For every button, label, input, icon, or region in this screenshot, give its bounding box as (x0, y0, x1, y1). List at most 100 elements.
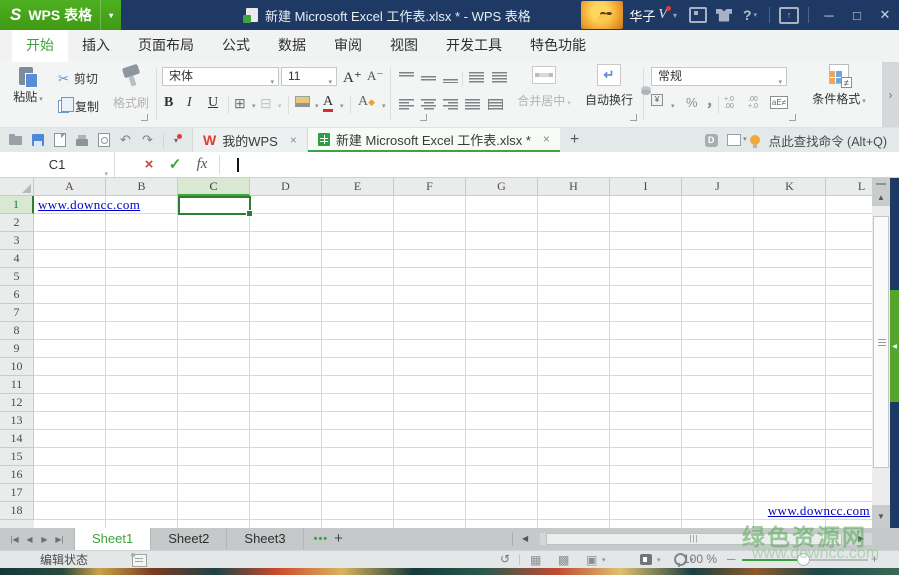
vertical-scrollbar[interactable]: ▲ ▼ (872, 178, 890, 528)
close-button[interactable]: ✕ (871, 0, 899, 30)
user-avatar[interactable] (581, 1, 623, 29)
redo-icon[interactable]: ↷ (138, 130, 157, 150)
fill-color-icon[interactable] (295, 96, 310, 107)
row-header-7[interactable]: 7 (0, 304, 34, 322)
open-file-icon[interactable] (6, 130, 25, 150)
column-header-F[interactable]: F (394, 178, 466, 196)
vip-badge-icon[interactable]: V (658, 7, 667, 23)
select-all-corner[interactable] (0, 178, 34, 196)
tab-mywps[interactable]: W 我的WPS × (192, 128, 308, 152)
alignment-dialog-launcher-icon[interactable] (630, 114, 637, 121)
merge-cells-button[interactable]: ⊟ (260, 95, 272, 112)
normal-view-icon[interactable]: ▦ (530, 553, 541, 567)
account-caret-icon[interactable]: ▾ (673, 11, 677, 20)
message-box-icon[interactable] (685, 0, 711, 30)
row-header-13[interactable]: 13 (0, 412, 34, 430)
decrease-font-button[interactable]: A⁻ (367, 68, 383, 84)
user-name-label[interactable]: 华子 (629, 6, 655, 25)
view-caret-icon[interactable]: ▾ (602, 556, 606, 564)
vertical-scroll-thumb[interactable] (873, 216, 889, 468)
cut-button[interactable]: ✂ 剪切 (58, 70, 98, 87)
column-header-H[interactable]: H (538, 178, 610, 196)
maximize-button[interactable]: □ (843, 0, 871, 30)
menu-tab-8[interactable]: 开发工具 (432, 30, 516, 62)
menu-tab-3[interactable]: 页面布局 (124, 30, 208, 62)
export-pdf-icon[interactable] (50, 130, 69, 150)
number-dialog-launcher-icon[interactable] (789, 114, 796, 121)
justify-icon[interactable] (465, 99, 480, 110)
task-pane-toggle[interactable]: ◀ (890, 290, 899, 402)
fill-color-caret-icon[interactable]: ▾ (315, 102, 319, 110)
name-box[interactable]: C1 ▾ (0, 152, 115, 177)
undo-icon[interactable]: ↶ (116, 130, 135, 150)
bold-button[interactable]: B (164, 95, 173, 111)
page-layout-view-icon[interactable]: ▣ (586, 553, 597, 567)
page-break-view-icon[interactable]: ▩ (558, 553, 569, 567)
copy-button[interactable]: 复制 (58, 98, 99, 115)
window-arrange-icon[interactable] (727, 134, 741, 146)
restore-ribbon-icon[interactable]: ↑ (776, 0, 802, 30)
selected-cell-c1[interactable] (178, 196, 251, 215)
print-icon[interactable] (72, 130, 91, 150)
clear-format-caret-icon[interactable]: ▾ (382, 102, 386, 110)
menu-tab-1[interactable]: 开始 (12, 30, 68, 62)
macro-record-icon[interactable] (132, 554, 147, 567)
skin-shirt-icon[interactable] (711, 0, 737, 30)
read-mode-icon[interactable] (640, 554, 652, 565)
underline-button[interactable]: U (208, 95, 218, 111)
column-header-K[interactable]: K (754, 178, 826, 196)
row-header-2[interactable]: 2 (0, 214, 34, 232)
wps-app-button[interactable]: S WPS 表格 ▾ (0, 0, 121, 30)
sheet-nav-icon-1[interactable]: ◀ (23, 535, 36, 544)
menu-tab-6[interactable]: 审阅 (320, 30, 376, 62)
column-header-D[interactable]: D (250, 178, 322, 196)
font-size-select[interactable]: 11▾ (281, 67, 337, 86)
row-header-9[interactable]: 9 (0, 340, 34, 358)
format-painter-button[interactable]: 格式刷 (108, 64, 154, 111)
menu-tab-5[interactable]: 数据 (264, 30, 320, 62)
column-header-A[interactable]: A (34, 178, 106, 196)
percent-format-icon[interactable]: % (686, 95, 698, 110)
sheet-tab-sheet1[interactable]: Sheet1 (74, 528, 151, 550)
decrease-indent-icon[interactable] (469, 72, 484, 83)
menu-tab-9[interactable]: 特色功能 (516, 30, 600, 62)
sheet-nav-icon-0[interactable]: |◀ (8, 535, 21, 544)
paste-button[interactable]: 粘贴▾ (8, 66, 48, 106)
close-tab-icon[interactable]: × (290, 133, 297, 147)
wrap-text-button[interactable]: ↵ 自动换行 (580, 64, 638, 109)
merge-center-button[interactable]: 合并居中▾ (512, 64, 576, 110)
align-bottom-icon[interactable] (443, 72, 458, 83)
row-header-15[interactable]: 15 (0, 448, 34, 466)
scroll-left-icon[interactable]: ◀ (522, 528, 528, 550)
font-dialog-launcher-icon[interactable] (420, 114, 427, 121)
row-header-1[interactable]: 1 (0, 196, 34, 214)
app-menu-caret-icon[interactable]: ▾ (100, 0, 121, 30)
column-header-L[interactable]: L (826, 178, 872, 196)
sheet-tab-sheet2[interactable]: Sheet2 (151, 528, 227, 550)
row-header-8[interactable]: 8 (0, 322, 34, 340)
conditional-format-button[interactable]: ≠ 条件格式▾ (802, 64, 876, 108)
align-center-icon[interactable] (421, 99, 436, 110)
number-format-select[interactable]: 常规▾ (651, 67, 787, 86)
row-header-4[interactable]: 4 (0, 250, 34, 268)
row-header-3[interactable]: 3 (0, 232, 34, 250)
italic-button[interactable]: I (187, 95, 192, 111)
row-header-17[interactable]: 17 (0, 484, 34, 502)
column-header-B[interactable]: B (106, 178, 178, 196)
row-header-12[interactable]: 12 (0, 394, 34, 412)
font-name-select[interactable]: 宋体▾ (162, 67, 279, 86)
menu-tab-2[interactable]: 插入 (68, 30, 124, 62)
save-icon[interactable] (28, 130, 47, 150)
font-color-button[interactable]: A (323, 94, 333, 112)
sheet-nav-icon-2[interactable]: ▶ (38, 535, 51, 544)
confirm-entry-icon[interactable]: ✓ (164, 152, 186, 177)
ribbon-collapse-strip[interactable]: › (882, 62, 899, 127)
tab-active-document[interactable]: 新建 Microsoft Excel 工作表.xlsx * × (308, 128, 560, 152)
distributed-icon[interactable] (488, 99, 503, 110)
row-header-5[interactable]: 5 (0, 268, 34, 286)
row-header-11[interactable]: 11 (0, 376, 34, 394)
qat-customize-caret-icon[interactable]: ▾ (170, 136, 182, 145)
cancel-entry-icon[interactable]: × (138, 152, 160, 177)
minimize-button[interactable]: ─ (815, 0, 843, 30)
sheet-nav-icon-3[interactable]: ▶| (53, 535, 66, 544)
